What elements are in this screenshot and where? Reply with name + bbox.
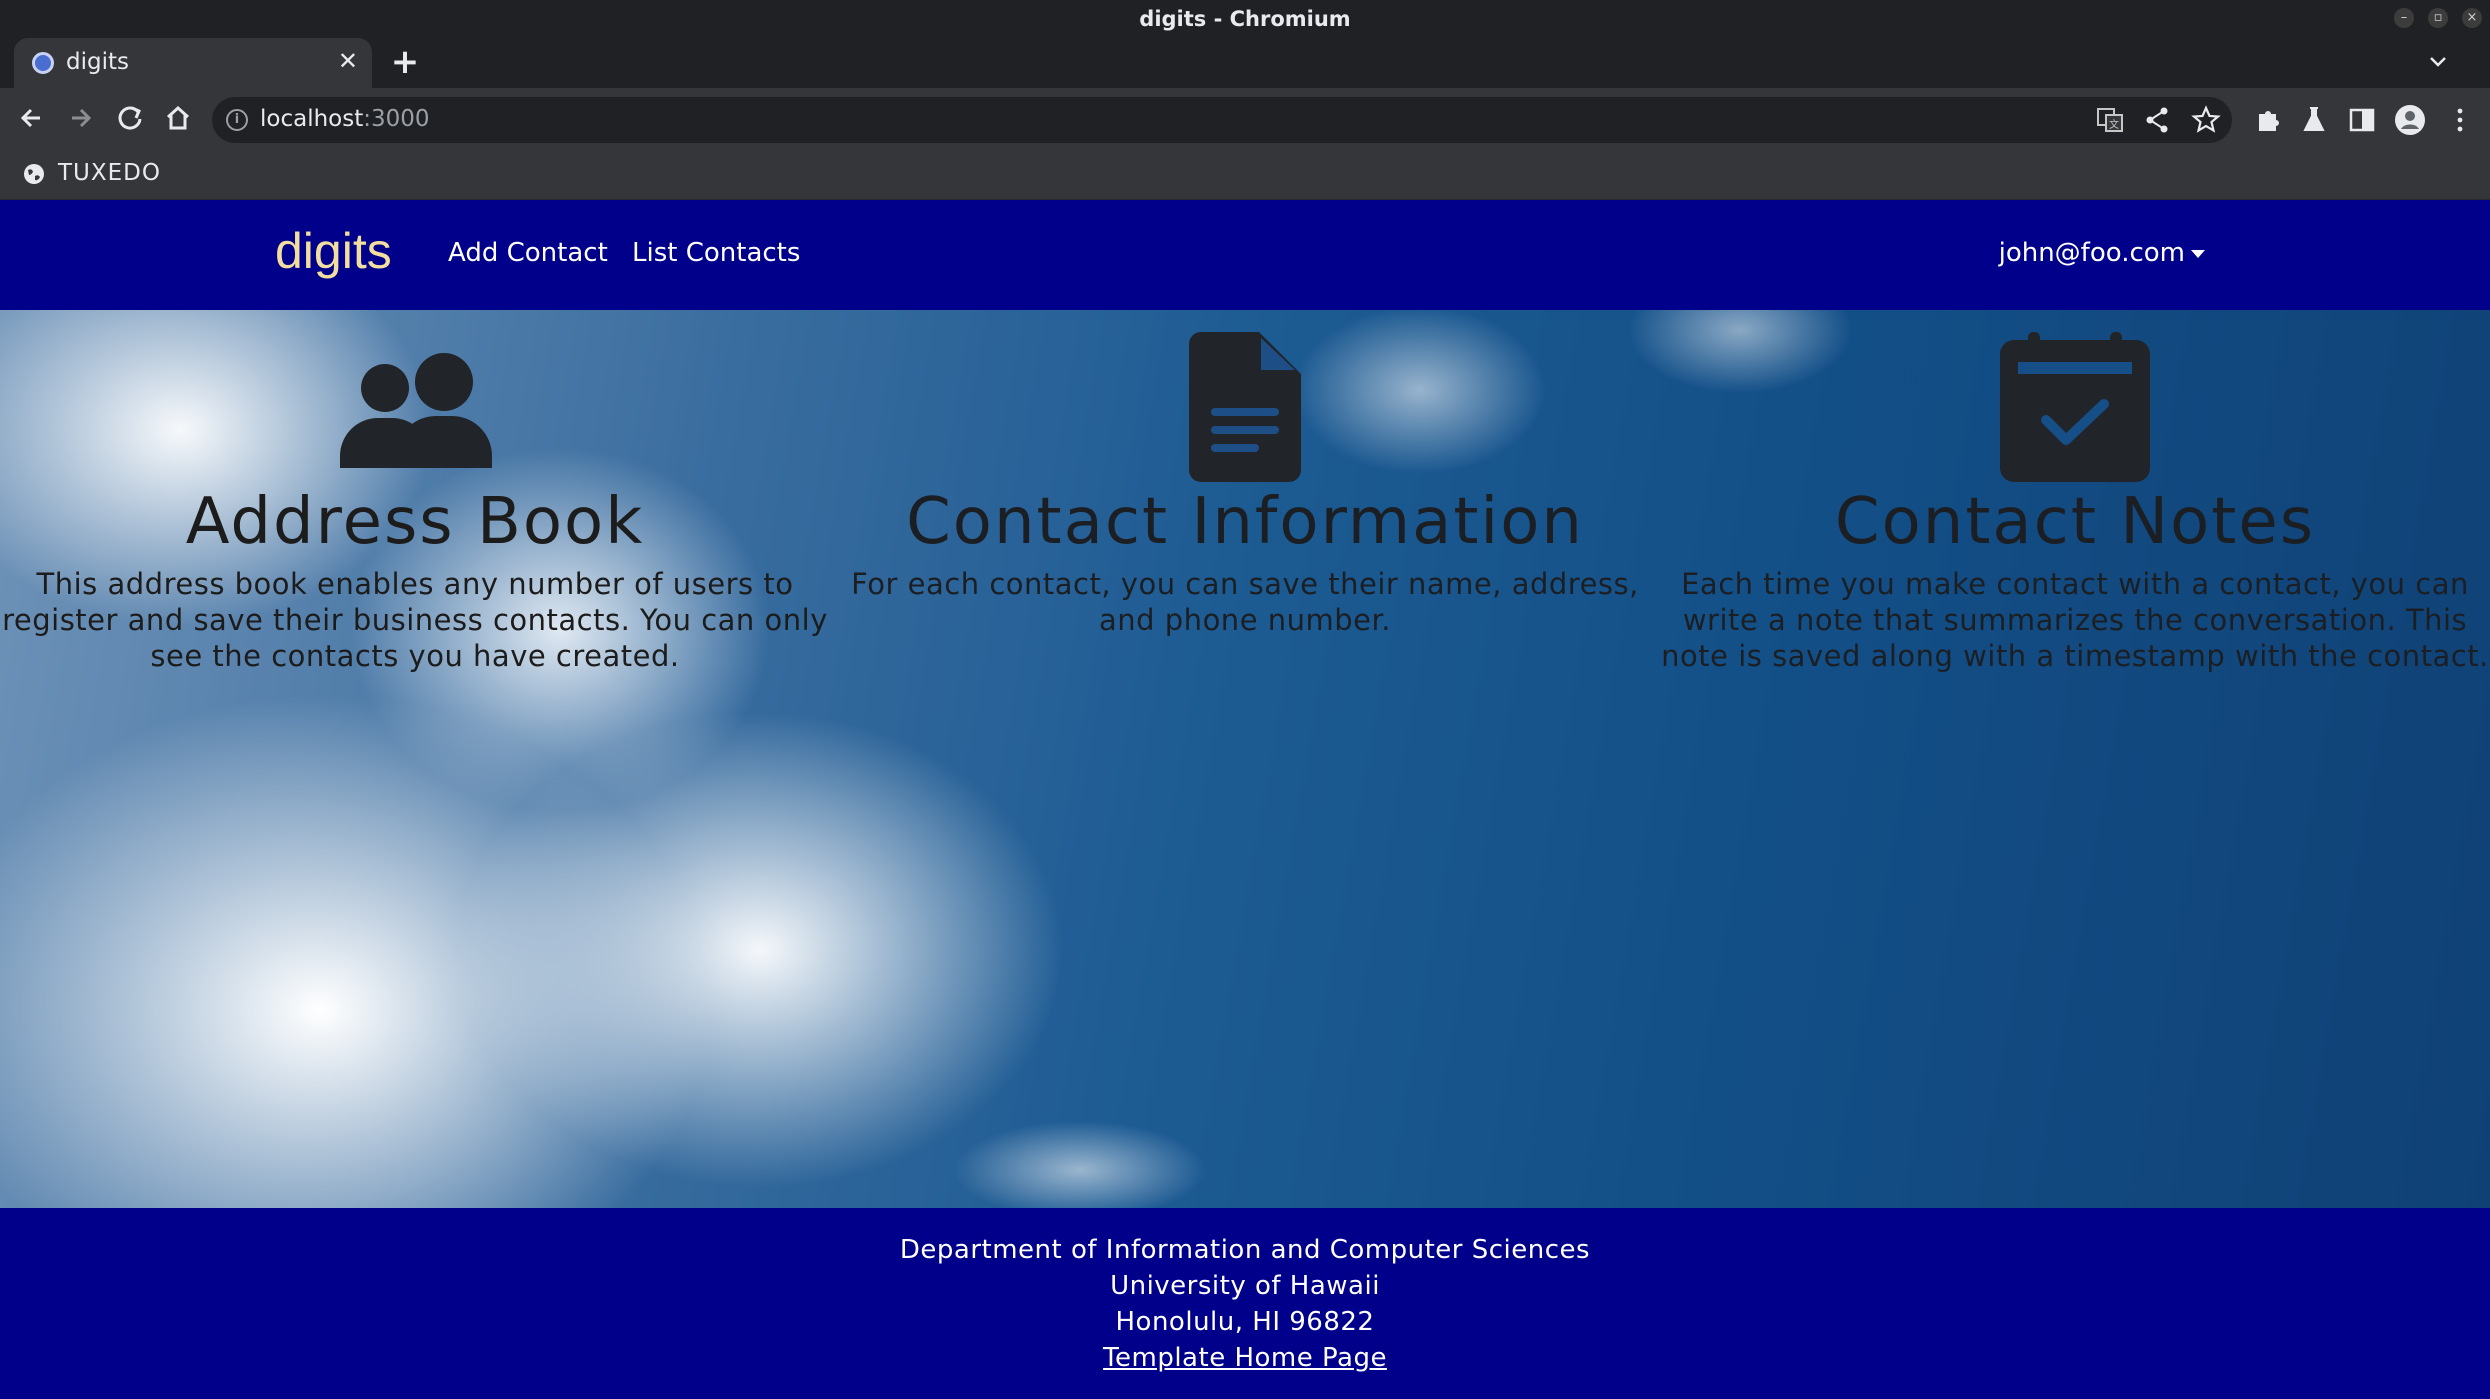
template-home-page-link[interactable]: Template Home Page xyxy=(1103,1343,1387,1373)
feature-text: This address book enables any number of … xyxy=(2,567,828,673)
bookmarks-bar: TUXEDO xyxy=(0,152,2490,200)
web-page: digits Add Contact List Contacts john@fo… xyxy=(0,200,2490,1399)
minimize-icon[interactable]: – xyxy=(2394,8,2414,28)
user-dropdown[interactable]: john@foo.com xyxy=(1999,238,2205,268)
forward-icon[interactable] xyxy=(60,98,100,138)
feature-text: For each contact, you can save their nam… xyxy=(851,567,1639,637)
share-icon[interactable] xyxy=(2140,102,2176,138)
user-email: john@foo.com xyxy=(1998,238,2185,268)
browser-tab[interactable]: digits ✕ xyxy=(14,38,372,88)
nav-list-contacts[interactable]: List Contacts xyxy=(632,238,800,268)
address-bar[interactable]: i localhost:3000 xyxy=(212,97,2232,143)
site-navbar: digits Add Contact List Contacts john@fo… xyxy=(0,200,2490,310)
back-icon[interactable] xyxy=(12,98,52,138)
profile-avatar-icon[interactable] xyxy=(2392,102,2428,138)
side-panel-icon[interactable] xyxy=(2344,102,2380,138)
feature-title: Address Book xyxy=(185,485,645,559)
translate-icon[interactable]: 文 xyxy=(2092,102,2128,138)
extensions-icon[interactable] xyxy=(2250,102,2286,138)
bookmark-label: TUXEDO xyxy=(58,160,161,186)
window-titlebar: digits - Chromium – ▫ × xyxy=(0,0,2490,38)
tab-title: digits xyxy=(66,49,129,75)
nav-add-contact[interactable]: Add Contact xyxy=(448,238,608,268)
tab-close-icon[interactable]: ✕ xyxy=(338,47,358,75)
footer-line-university: University of Hawaii xyxy=(1110,1271,1380,1301)
labs-flask-icon[interactable] xyxy=(2296,102,2332,138)
site-footer: Department of Information and Computer S… xyxy=(0,1208,2490,1399)
url-text: localhost:3000 xyxy=(260,106,430,132)
globe-icon xyxy=(24,164,44,184)
home-icon[interactable] xyxy=(158,98,198,138)
bookmark-star-icon[interactable] xyxy=(2188,102,2224,138)
new-tab-icon[interactable]: + xyxy=(390,40,420,84)
brand-logo[interactable]: digits xyxy=(275,222,392,280)
feature-title: Contact Information xyxy=(906,485,1584,559)
footer-line-address: Honolulu, HI 96822 xyxy=(1115,1307,1375,1337)
svg-text:文: 文 xyxy=(2109,118,2119,131)
favicon-icon xyxy=(32,52,54,74)
reload-icon[interactable] xyxy=(110,98,150,138)
calendar-check-icon xyxy=(2000,332,2150,482)
landing-section: Address Book This address book enables a… xyxy=(0,310,2490,1208)
users-icon xyxy=(340,353,492,468)
feature-title: Contact Notes xyxy=(1834,485,2316,559)
file-lines-icon xyxy=(1189,332,1301,482)
restore-icon[interactable]: ▫ xyxy=(2428,8,2448,28)
footer-line-department: Department of Information and Computer S… xyxy=(899,1235,1591,1265)
menu-kebab-icon[interactable] xyxy=(2442,102,2478,138)
window-title: digits - Chromium xyxy=(1139,7,1351,31)
site-info-icon[interactable]: i xyxy=(226,109,248,131)
close-window-icon[interactable]: × xyxy=(2462,8,2482,28)
browser-toolbar: i localhost:3000 文 xyxy=(0,88,2490,152)
feature-text: Each time you make contact with a contac… xyxy=(1661,567,2489,673)
caret-down-icon xyxy=(2191,249,2205,258)
tab-search-chevron-icon[interactable] xyxy=(2426,50,2450,74)
